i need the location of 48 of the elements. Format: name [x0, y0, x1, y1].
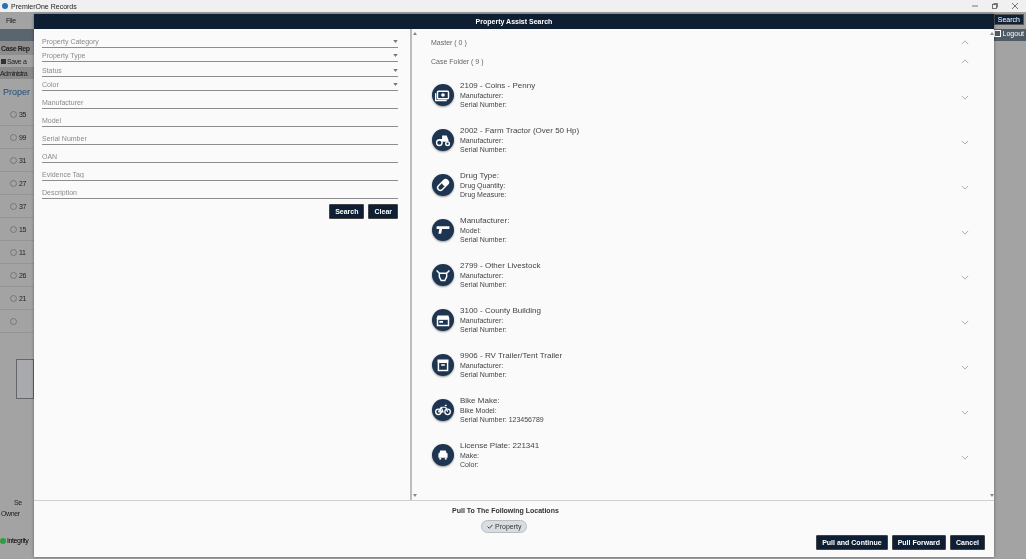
archive-box-icon [432, 353, 454, 376]
caret-icon[interactable] [393, 68, 398, 72]
expand-icon[interactable] [961, 410, 969, 415]
check-icon [0, 537, 6, 544]
panel [16, 359, 34, 399]
caret-icon[interactable] [393, 39, 398, 43]
section-heading: Proper [3, 87, 30, 97]
save-icon [1, 58, 6, 64]
app-logo-icon [2, 3, 8, 9]
expand-icon[interactable] [961, 455, 969, 460]
banknote-icon [432, 83, 454, 106]
close-icon[interactable] [1012, 3, 1018, 9]
car-icon [432, 443, 454, 466]
expand-icon[interactable] [961, 185, 969, 190]
scroll-up-icon[interactable] [412, 32, 417, 35]
restore-icon[interactable] [992, 3, 998, 9]
item-title: 9906 - RV Trailer/Tent Trailer [460, 351, 564, 360]
item-title: 2002 - Farm Tractor (Over 50 Hp) [460, 126, 581, 135]
expand-icon[interactable] [961, 320, 969, 325]
expand-icon[interactable] [961, 230, 969, 235]
scroll-up-icon[interactable] [989, 32, 994, 35]
item-title: 2109 - Coins - Penny [460, 81, 537, 90]
scroll-down-icon[interactable] [989, 494, 994, 497]
expand-icon[interactable] [961, 140, 969, 145]
expand-icon[interactable] [961, 95, 969, 100]
item-title: Manufacturer: [460, 216, 511, 225]
bicycle-icon [432, 398, 454, 421]
caret-icon[interactable] [393, 83, 398, 86]
check-icon [487, 524, 493, 529]
collapse-icon[interactable] [961, 58, 969, 64]
storefront-icon [432, 308, 454, 331]
item-title: 2799 - Other Livestock [460, 261, 542, 270]
tractor-icon [432, 128, 454, 151]
item-title: Bike Make: [460, 396, 501, 405]
caret-icon[interactable] [393, 54, 398, 57]
minimize-icon[interactable] [972, 3, 978, 9]
pistol-icon [432, 218, 454, 241]
cow-head-icon [432, 263, 454, 286]
scroll-down-icon[interactable] [412, 494, 417, 497]
expand-icon[interactable] [961, 365, 969, 370]
item-title: License Plate: 221341 [460, 441, 541, 450]
item-title: Drug Type: [460, 171, 500, 180]
item-title: 3100 - County Building [460, 306, 542, 315]
expand-icon[interactable] [961, 275, 969, 280]
nav-bar [0, 29, 34, 41]
collapse-icon[interactable] [961, 39, 969, 45]
pill-icon [432, 173, 454, 196]
nav-bar [994, 29, 1026, 41]
